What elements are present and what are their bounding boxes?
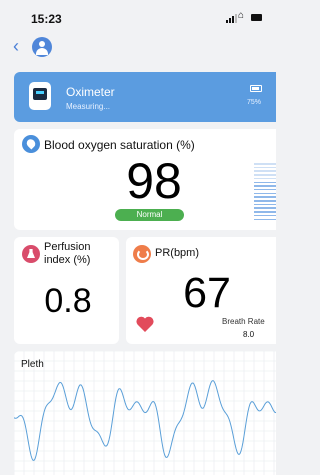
status-time: 15:23 [31, 12, 62, 26]
chevron-left-icon[interactable]: ‹ [13, 37, 19, 55]
scale-bar [254, 207, 276, 209]
spo2-title: Blood oxygen saturation (%) [44, 138, 195, 152]
device-status: Measuring... [66, 102, 111, 111]
heart-icon [136, 316, 154, 332]
pleth-card: Pleth [14, 351, 276, 475]
scale-bar [254, 170, 276, 172]
perfusion-card: Perfusion index (%) 0.8 [14, 237, 119, 344]
oximeter-device-icon [29, 82, 51, 110]
battery-icon [251, 14, 262, 21]
device-card[interactable]: Oximeter Measuring... 75% [14, 72, 276, 122]
scale-bar [254, 163, 276, 165]
spo2-level-scale [254, 163, 276, 223]
scale-bar [254, 218, 276, 221]
wifi-icon: ⌂ [238, 10, 245, 21]
device-battery-icon [250, 85, 262, 92]
scale-bar [254, 166, 276, 169]
device-name: Oximeter [66, 85, 115, 99]
blood-drop-icon [22, 135, 40, 153]
scale-bar [254, 188, 276, 191]
perfusion-title: Perfusion index (%) [44, 241, 91, 266]
scale-bar [254, 192, 276, 195]
breath-rate-value: 8.0 [243, 330, 255, 339]
flask-icon [22, 245, 40, 263]
status-bar: 15:23 ⌂ [0, 0, 274, 30]
user-avatar-icon[interactable] [32, 37, 52, 57]
scale-bar [254, 211, 276, 213]
scale-bar [254, 181, 276, 184]
scale-bar [254, 196, 276, 198]
status-badge: Normal [115, 209, 184, 221]
scale-bar [254, 203, 276, 206]
scale-bar [254, 200, 276, 202]
pleth-waveform [14, 380, 276, 461]
scale-bar [254, 177, 276, 180]
pulse-icon [133, 245, 151, 263]
perfusion-value: 0.8 [44, 282, 92, 320]
scale-bar [254, 214, 276, 217]
breath-rate-label: Breath Rate [222, 317, 265, 326]
scale-bar [254, 185, 276, 187]
scale-bar [254, 174, 276, 176]
spo2-card: Blood oxygen saturation (%) 98 Normal [14, 129, 276, 230]
pleth-title: Pleth [21, 359, 44, 370]
pleth-waveform-chart [14, 351, 276, 475]
device-battery-level: 75% [247, 99, 262, 106]
pulse-rate-card: PR(bpm) 67 Breath Rate 8.0 [126, 237, 276, 344]
spo2-value: 98 [126, 153, 182, 209]
pr-value: 67 [183, 269, 231, 317]
pr-title: PR(bpm) [155, 247, 200, 259]
